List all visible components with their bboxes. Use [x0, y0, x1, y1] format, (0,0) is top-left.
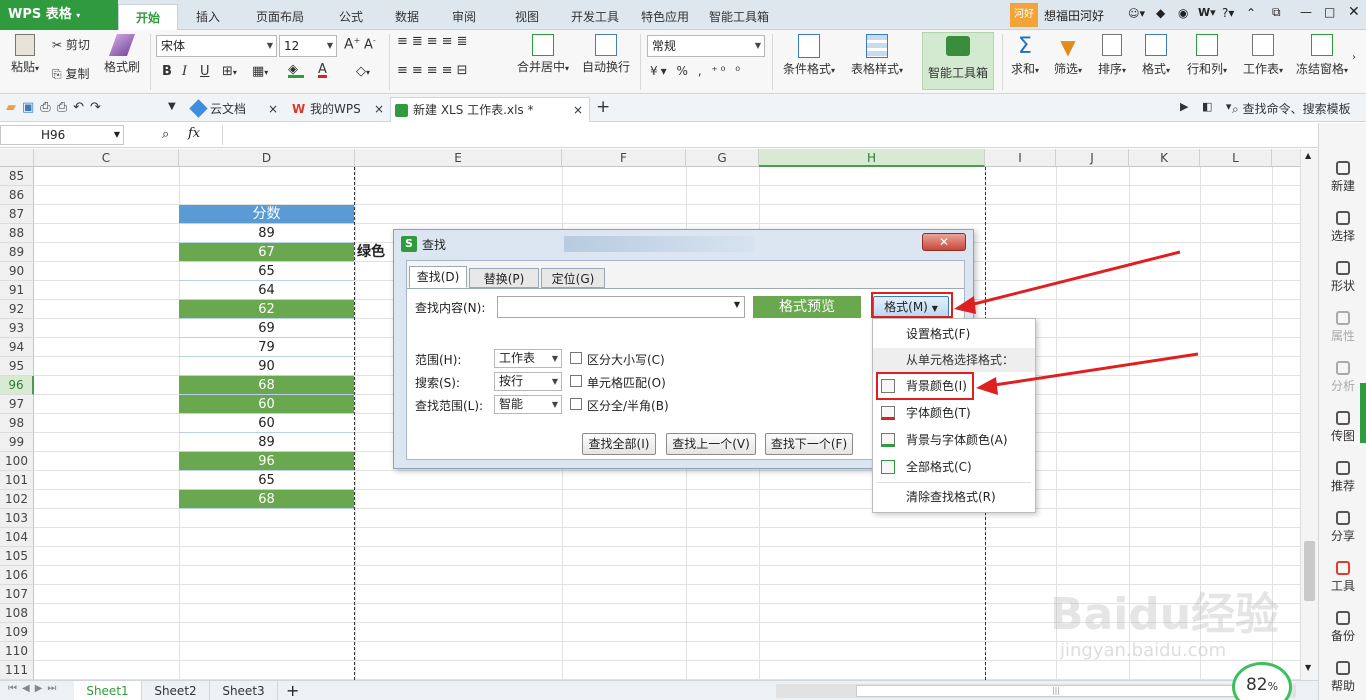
- arrow-to-format-button: [965, 250, 1181, 308]
- arrowhead: [976, 377, 998, 395]
- arrow-to-background-color: [987, 352, 1199, 388]
- arrowhead: [954, 296, 976, 314]
- annotation-arrows: [954, 250, 1199, 395]
